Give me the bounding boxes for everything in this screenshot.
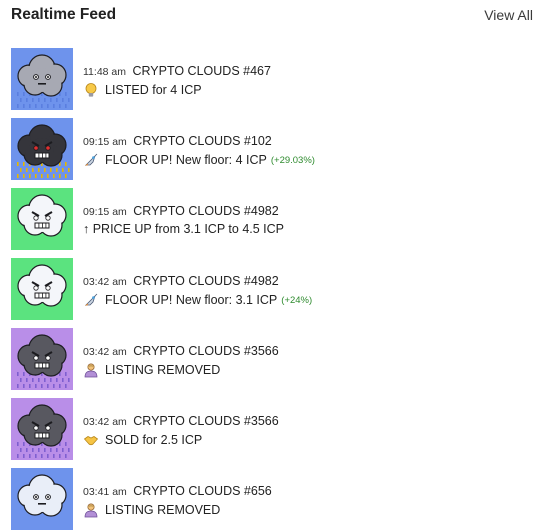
feed-item-action-text: LISTED for 4 ICP [105, 83, 202, 97]
feed-item[interactable]: 11:48 am CRYPTO CLOUDS #467 LISTED for 4 … [11, 48, 536, 118]
feed-item-action-text: LISTING REMOVED [105, 363, 221, 377]
feed-item[interactable]: 09:15 am CRYPTO CLOUDS #102 FLOOR UP! New… [11, 118, 536, 188]
feed-item-action-text: SOLD for 2.5 ICP [105, 433, 203, 447]
feed-item-action: LISTED for 4 ICP [83, 82, 202, 98]
floor-change-percent: (+24%) [281, 294, 313, 306]
feed-item-action-text: ↑ PRICE UP from 3.1 ICP to 4.5 ICP [83, 222, 285, 236]
feed-item-time: 03:42 am [83, 416, 127, 428]
feed-item-meta: 03:42 am CRYPTO CLOUDS #3566 [83, 342, 279, 360]
feed-item-name[interactable]: CRYPTO CLOUDS #102 [133, 134, 271, 148]
feed-item-name[interactable]: CRYPTO CLOUDS #4982 [133, 204, 278, 218]
feed-item-action: LISTING REMOVED [83, 502, 220, 518]
feed-item-time: 03:41 am [83, 486, 127, 498]
feed-item-meta: 03:41 am CRYPTO CLOUDS #656 [83, 482, 272, 500]
feed-header: Realtime Feed View All [0, 0, 544, 34]
nft-thumbnail[interactable] [11, 328, 73, 390]
feed-title: Realtime Feed [11, 6, 117, 23]
feed-list: 11:48 am CRYPTO CLOUDS #467 LISTED for 4 … [11, 48, 536, 531]
nft-thumbnail[interactable] [11, 398, 73, 460]
feed-item-name[interactable]: CRYPTO CLOUDS #4982 [133, 274, 278, 288]
feed-item-time: 09:15 am [83, 206, 127, 218]
feed-item-time: 03:42 am [83, 346, 127, 358]
nft-thumbnail[interactable] [11, 188, 73, 250]
feed-item-action: SOLD for 2.5 ICP [83, 432, 202, 448]
floor-change-percent: (+29.03%) [270, 154, 315, 166]
feed-item-action-text: FLOOR UP! New floor: 4 ICP [105, 153, 267, 167]
feed-item[interactable]: 09:15 am CRYPTO CLOUDS #4982 ↑ PRICE UP f… [11, 188, 536, 258]
feed-item-name[interactable]: CRYPTO CLOUDS #656 [133, 484, 271, 498]
feed-item-meta: 03:42 am CRYPTO CLOUDS #3566 [83, 412, 279, 430]
feed-item-name[interactable]: CRYPTO CLOUDS #467 [132, 64, 270, 78]
feed-item-action-text: FLOOR UP! New floor: 3.1 ICP [105, 293, 278, 307]
view-all-link[interactable]: View All [484, 7, 533, 23]
feed-item-action: ↑ PRICE UP from 3.1 ICP to 4.5 ICP [83, 222, 284, 236]
feed-item[interactable]: 03:42 am CRYPTO CLOUDS #3566 LISTING REMO… [11, 328, 536, 398]
feed-item-action: FLOOR UP! New floor: 3.1 ICP (+24%) [83, 292, 312, 308]
feed-item-action-text: LISTING REMOVED [105, 503, 221, 517]
feed-item-action: LISTING REMOVED [83, 362, 220, 378]
nft-thumbnail[interactable] [11, 468, 73, 530]
feed-item-time: 11:48 am [83, 66, 126, 78]
nft-thumbnail[interactable] [11, 258, 73, 320]
feed-item-action: FLOOR UP! New floor: 4 ICP (+29.03%) [83, 152, 315, 168]
person-icon [83, 362, 99, 378]
feed-item-meta: 03:42 am CRYPTO CLOUDS #4982 [83, 272, 279, 290]
feed-item[interactable]: 03:42 am CRYPTO CLOUDS #3566 SOLD for 2.5… [11, 398, 536, 468]
feed-item-meta: 09:15 am CRYPTO CLOUDS #102 [83, 132, 272, 150]
feed-item[interactable]: 03:41 am CRYPTO CLOUDS #656 LISTING REMOV… [11, 468, 536, 531]
feed-item-time: 03:42 am [83, 276, 127, 288]
rocket-icon [83, 152, 99, 168]
feed-item[interactable]: 03:42 am CRYPTO CLOUDS #4982 FLOOR UP! Ne… [11, 258, 536, 328]
lightbulb-icon [83, 82, 99, 98]
handshake-icon [83, 432, 99, 448]
feed-item-meta: 09:15 am CRYPTO CLOUDS #4982 [83, 202, 279, 220]
nft-thumbnail[interactable] [11, 118, 73, 180]
feed-item-name[interactable]: CRYPTO CLOUDS #3566 [133, 344, 278, 358]
nft-thumbnail[interactable] [11, 48, 73, 110]
feed-item-time: 09:15 am [83, 136, 127, 148]
feed-item-name[interactable]: CRYPTO CLOUDS #3566 [133, 414, 278, 428]
feed-item-meta: 11:48 am CRYPTO CLOUDS #467 [83, 62, 271, 80]
rocket-icon [83, 292, 99, 308]
person-icon [83, 502, 99, 518]
